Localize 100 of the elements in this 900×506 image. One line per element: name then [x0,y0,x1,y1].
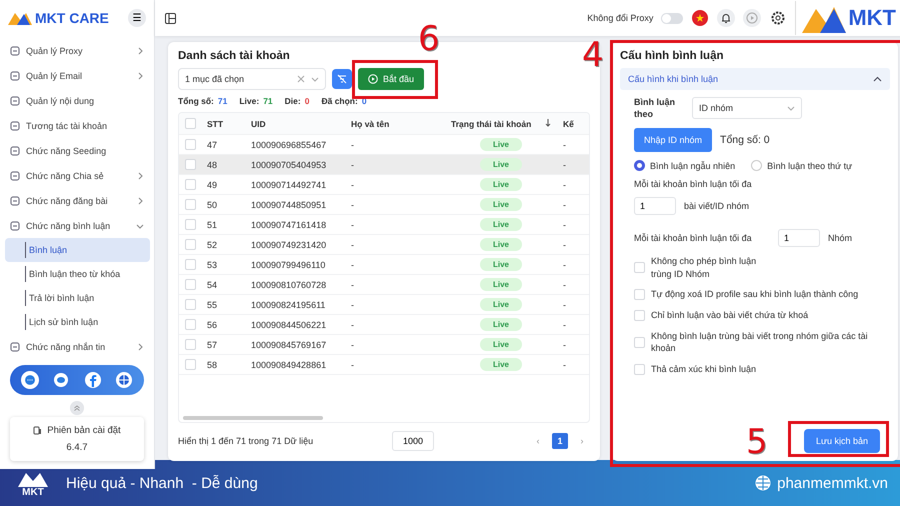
number-field[interactable]: 1 [778,229,820,248]
facebook-icon [84,371,102,389]
checkbox[interactable] [185,279,196,290]
checkbox[interactable] [185,339,196,350]
column-header: Họ và tên [351,118,390,128]
sidebar-item[interactable]: Tương tác tài khoản [4,113,150,138]
submenu-item[interactable]: Lịch sử bình luận [5,310,150,334]
status-badge: Live [480,138,522,151]
status-badge: Live [480,158,522,171]
sidebar-item[interactable]: Quản lý nội dung [4,88,150,113]
table-cell-text: - [350,140,355,150]
status-badge: Live [480,218,522,231]
checkbox[interactable] [185,179,196,190]
stat-value: 71 [263,96,273,106]
sidebar-item[interactable]: Chức năng đăng bài [4,188,150,213]
column-header: STT [207,118,224,128]
sidebar-item[interactable]: Chức năng Seeding [4,138,150,163]
sidebar-item[interactable]: Chức năng nhắn tin [4,334,150,359]
sort-icon [545,118,551,126]
status-badge: Live [480,238,522,251]
table-cell-text: - [350,260,355,270]
logo-text: MKT [848,5,896,31]
item-icon [10,196,20,206]
globe-icon [755,475,772,491]
layout-icon [165,12,176,24]
proxy-label: Không đổi Proxy [587,13,654,23]
item-icon [10,170,20,180]
number-field[interactable]: 1 [634,197,676,216]
status-badge: Live [480,278,522,291]
table-cell-text: 100090844506221 [250,320,328,330]
settings-icon [769,9,788,27]
sidebar-item[interactable]: Quản lý Proxy [4,38,150,63]
save-button[interactable]: Lưu kịch bản [804,429,880,453]
proxy-toggle[interactable] [661,12,684,24]
table-cell-text: 47 [206,140,218,150]
table-cell-text: 100090744850951 [250,200,328,210]
checkbox[interactable] [634,310,645,321]
field-label: Mỗi tài khoản bình luận tối đa [634,233,753,244]
table-cell-text: - [562,180,567,190]
item-icon [10,46,20,56]
sidebar-item[interactable]: Chức năng Chia sẻ [4,163,150,188]
radio-option[interactable]: Bình luận ngẫu nhiên [634,160,736,172]
checkbox[interactable] [185,299,196,310]
sidebar-item[interactable]: Chức năng bình luận [4,213,150,238]
table-cell-text: 100090705404953 [250,160,328,170]
scrollbar[interactable] [183,416,323,420]
chat-icon [52,371,70,389]
checkbox[interactable] [185,359,196,370]
checkbox[interactable] [185,118,196,129]
page-size-field[interactable]: 1000 [392,431,434,451]
checkbox[interactable] [634,262,645,274]
option-label: Chỉ bình luận vào bài viết chứa từ khoá [651,309,810,322]
radio-option[interactable]: Bình luận theo thứ tự [751,160,852,172]
logo-text: MKT [22,486,44,498]
results-summary: Hiển thị 1 đến 71 trong 71 Dữ liệu [178,436,314,446]
checkbox[interactable] [185,319,196,330]
status-badge: Live [480,338,522,351]
page-button[interactable]: 1 [552,433,568,449]
submenu-item[interactable]: Trả lời bình luận [5,286,150,310]
table-cell-text: 56 [206,320,218,330]
sidebar-item[interactable]: Quản lý Email [4,63,150,88]
item-icon [10,96,20,106]
checkbox[interactable] [185,219,196,230]
status-badge: Live [480,318,522,331]
table-cell-text: - [350,220,355,230]
checkbox[interactable] [185,199,196,210]
table-cell-text: - [350,300,355,310]
status-badge: Live [480,178,522,191]
version-label: Phiên bản cài đặt [47,425,121,436]
checkbox[interactable] [634,364,645,375]
section-header[interactable]: Cấu hình khi bình luận [620,68,890,90]
checkbox[interactable] [185,139,196,150]
filter-button[interactable] [332,69,352,89]
filter-off-icon [335,72,349,86]
import-button[interactable]: Nhập ID nhóm [634,128,712,152]
chevron-icon [873,76,882,82]
option-label: Tự động xoá ID profile sau khi bình luận thành công [651,288,860,302]
checkbox[interactable] [634,336,645,348]
submenu-item[interactable]: Bình luận theo từ khóa [5,262,150,286]
comment-by-select[interactable]: ID nhóm [692,97,802,120]
table-cell-text: 100090714492741 [250,180,328,190]
item-icon [10,146,20,156]
start-button[interactable]: Bắt đầu [358,68,424,90]
submenu-item[interactable]: Bình luận [5,238,150,262]
table-cell-text: - [350,280,355,290]
unit-label: bài viết/ID nhóm [684,201,750,212]
table-cell-text: - [350,360,355,370]
support-icon [20,371,39,389]
table-cell-text: 50 [206,200,218,210]
checkbox[interactable] [634,289,645,300]
table-cell-text: - [562,140,567,150]
menu-button[interactable]: ☰ [128,9,146,27]
table-cell-text: - [350,180,355,190]
device-icon [33,426,42,435]
checkbox[interactable] [185,259,196,270]
status-badge: Live [480,198,522,211]
checkbox[interactable] [185,159,196,170]
item-icon [10,220,20,230]
checkbox[interactable] [185,239,196,250]
account-select[interactable]: 1 mục đã chọn [178,68,326,90]
